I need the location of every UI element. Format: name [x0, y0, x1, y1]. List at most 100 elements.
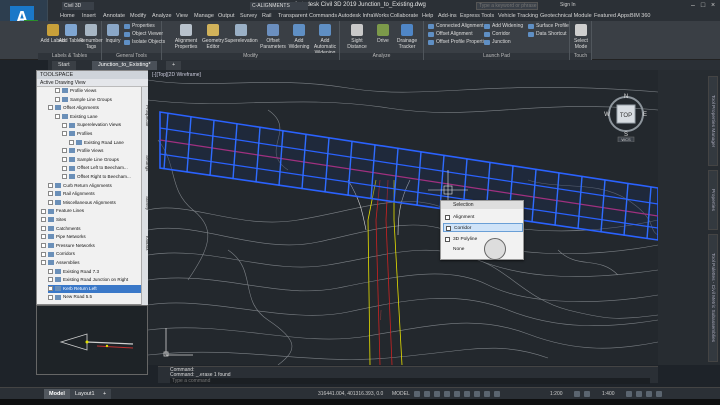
expand-icon[interactable]	[41, 217, 46, 223]
add-automatic-widening-button[interactable]: Add Automatic Widening	[312, 24, 338, 56]
tree-item[interactable]: Profiles	[62, 130, 141, 138]
drive-button[interactable]: Drive	[370, 24, 396, 44]
tree-item[interactable]: Existing Road Junction on Right	[48, 276, 141, 284]
launch-add-widening-button[interactable]: Add Widening	[484, 23, 523, 30]
sign-in-link[interactable]: Sign In	[560, 2, 576, 8]
expand-icon[interactable]	[41, 260, 46, 266]
expand-icon[interactable]	[48, 200, 53, 206]
superelevation-button[interactable]: Superelevation	[224, 24, 258, 44]
offset-profile-properties-button[interactable]: Offset Profile Properties	[428, 39, 489, 46]
add-layout-button[interactable]: +	[98, 389, 112, 399]
tree-item[interactable]: Offset Left to Beecham...	[62, 164, 141, 172]
osnap-icon[interactable]	[454, 391, 460, 397]
workspace-selector[interactable]: Civil 3D	[62, 2, 94, 10]
expand-icon[interactable]	[48, 294, 53, 300]
tree-item[interactable]: New Road 5.5	[48, 293, 141, 301]
expand-icon[interactable]	[55, 88, 60, 94]
tree-item[interactable]: Superelevation Views	[62, 121, 141, 129]
workspace-icon[interactable]	[574, 391, 580, 397]
sight-distance-button[interactable]: Sight Distance	[344, 24, 370, 50]
grid-icon[interactable]	[414, 391, 420, 397]
tree-item[interactable]: Curb Return Alignments	[48, 182, 141, 190]
tree-item[interactable]: Profile Views	[62, 147, 141, 155]
tab-modify[interactable]: Modify	[130, 13, 146, 19]
tab-layout1[interactable]: Layout1	[70, 389, 100, 399]
close-icon[interactable]: ×	[708, 1, 718, 10]
search-input[interactable]	[476, 2, 538, 10]
expand-icon[interactable]	[48, 268, 53, 274]
tab-tool-properties-manager[interactable]: Tool Properties Manager	[708, 76, 718, 166]
inquiry-button[interactable]: Inquiry	[100, 24, 126, 44]
polar-icon[interactable]	[444, 391, 450, 397]
command-input[interactable]	[170, 378, 650, 384]
tree-item[interactable]: Existing Road Lane	[69, 139, 141, 147]
annotation-scale[interactable]: 1:200	[550, 391, 563, 397]
surface-profile-button[interactable]: Surface Profile	[528, 23, 569, 30]
snap-icon[interactable]	[424, 391, 430, 397]
units-icon[interactable]	[584, 391, 590, 397]
add-widening-button[interactable]: Add Widening	[286, 24, 312, 50]
tab-add-ins[interactable]: Add-ins	[438, 13, 457, 19]
tree-item[interactable]: Sites	[41, 216, 141, 224]
expand-icon[interactable]	[62, 148, 67, 154]
model-space-toggle[interactable]: MODEL	[392, 391, 410, 397]
viewport-controls[interactable]: [-][Top][2D Wireframe]	[152, 72, 201, 78]
corridor-button[interactable]: Corridor	[484, 31, 510, 38]
expand-icon[interactable]	[41, 243, 46, 249]
minimize-icon[interactable]: –	[688, 1, 698, 10]
tab-output[interactable]: Output	[218, 13, 235, 19]
ortho-icon[interactable]	[434, 391, 440, 397]
selection-cycling-icon[interactable]	[484, 391, 490, 397]
tab-vehicle-tracking[interactable]: Vehicle Tracking	[498, 13, 538, 19]
tree-item[interactable]: Catchments	[41, 225, 141, 233]
annotation-icon[interactable]	[494, 391, 500, 397]
expand-icon[interactable]	[48, 105, 53, 111]
hardware-acceleration-icon[interactable]	[636, 391, 642, 397]
expand-icon[interactable]	[62, 131, 67, 137]
select-mode-button[interactable]: Select Mode	[568, 24, 594, 50]
offset-parameters-button[interactable]: Offset Parameters	[260, 24, 286, 50]
tree-item[interactable]: Offset Alignments	[48, 104, 141, 112]
tree-item[interactable]: Assemblies	[41, 259, 141, 267]
customization-icon[interactable]	[656, 391, 662, 397]
drawing-canvas[interactable]: ——	[148, 70, 658, 365]
expand-icon[interactable]	[62, 174, 67, 180]
tree-item[interactable]: Existing Road 7.3	[48, 268, 141, 276]
expand-icon[interactable]	[62, 122, 67, 128]
tab-transparent-commands[interactable]: Transparent Commands	[278, 13, 337, 19]
junction-button[interactable]: Junction	[484, 39, 511, 46]
geometry-editor-button[interactable]: Geometry Editor	[200, 24, 226, 50]
expand-icon[interactable]	[48, 286, 53, 292]
toolspace-view-selector[interactable]: Active Drawing View	[37, 79, 149, 87]
selection-item-none[interactable]: None	[443, 245, 523, 254]
clean-screen-icon[interactable]	[646, 391, 652, 397]
maximize-icon[interactable]: □	[698, 1, 708, 10]
expand-icon[interactable]	[41, 251, 46, 257]
expand-icon[interactable]	[41, 208, 46, 214]
expand-icon[interactable]	[41, 234, 46, 240]
tab-manage[interactable]: Manage	[194, 13, 214, 19]
tree-item[interactable]: Existing Lane	[55, 113, 141, 121]
tab-geotechnical[interactable]: Geotechnical Module	[540, 13, 592, 19]
selection-item-3d-polyline[interactable]: 3D Polyline	[443, 235, 523, 244]
tree-item[interactable]: Pressure Networks	[41, 242, 141, 250]
tab-tool-palettes[interactable]: Tool Palettes - Civil Metric Subassembli…	[708, 234, 718, 362]
expand-icon[interactable]	[55, 96, 60, 102]
tree-item-selected[interactable]: Kerb Return Left	[48, 284, 141, 293]
tab-collaborate[interactable]: Collaborate	[390, 13, 418, 19]
tree-item[interactable]: Corridors	[41, 250, 141, 258]
viewcube[interactable]: TOP N S E W WCS	[604, 92, 648, 143]
layer-selector[interactable]: C-ALIGNMENTS	[250, 2, 308, 10]
expand-icon[interactable]	[41, 225, 46, 231]
tree-item[interactable]: Sample Line Groups	[62, 156, 141, 164]
selection-item-corridor[interactable]: Corridor	[443, 223, 523, 232]
tab-insert[interactable]: Insert	[82, 13, 96, 19]
lineweight-icon[interactable]	[464, 391, 470, 397]
tab-properties[interactable]: Properties	[708, 170, 718, 230]
expand-icon[interactable]	[48, 277, 53, 283]
tab-analyze[interactable]: Analyze	[152, 13, 172, 19]
tab-drawing[interactable]: Junction_to_Existing*	[92, 61, 157, 70]
expand-icon[interactable]	[62, 157, 67, 163]
new-tab-button[interactable]: +	[166, 61, 182, 70]
tree-item[interactable]: Sample Line Groups	[55, 96, 141, 104]
